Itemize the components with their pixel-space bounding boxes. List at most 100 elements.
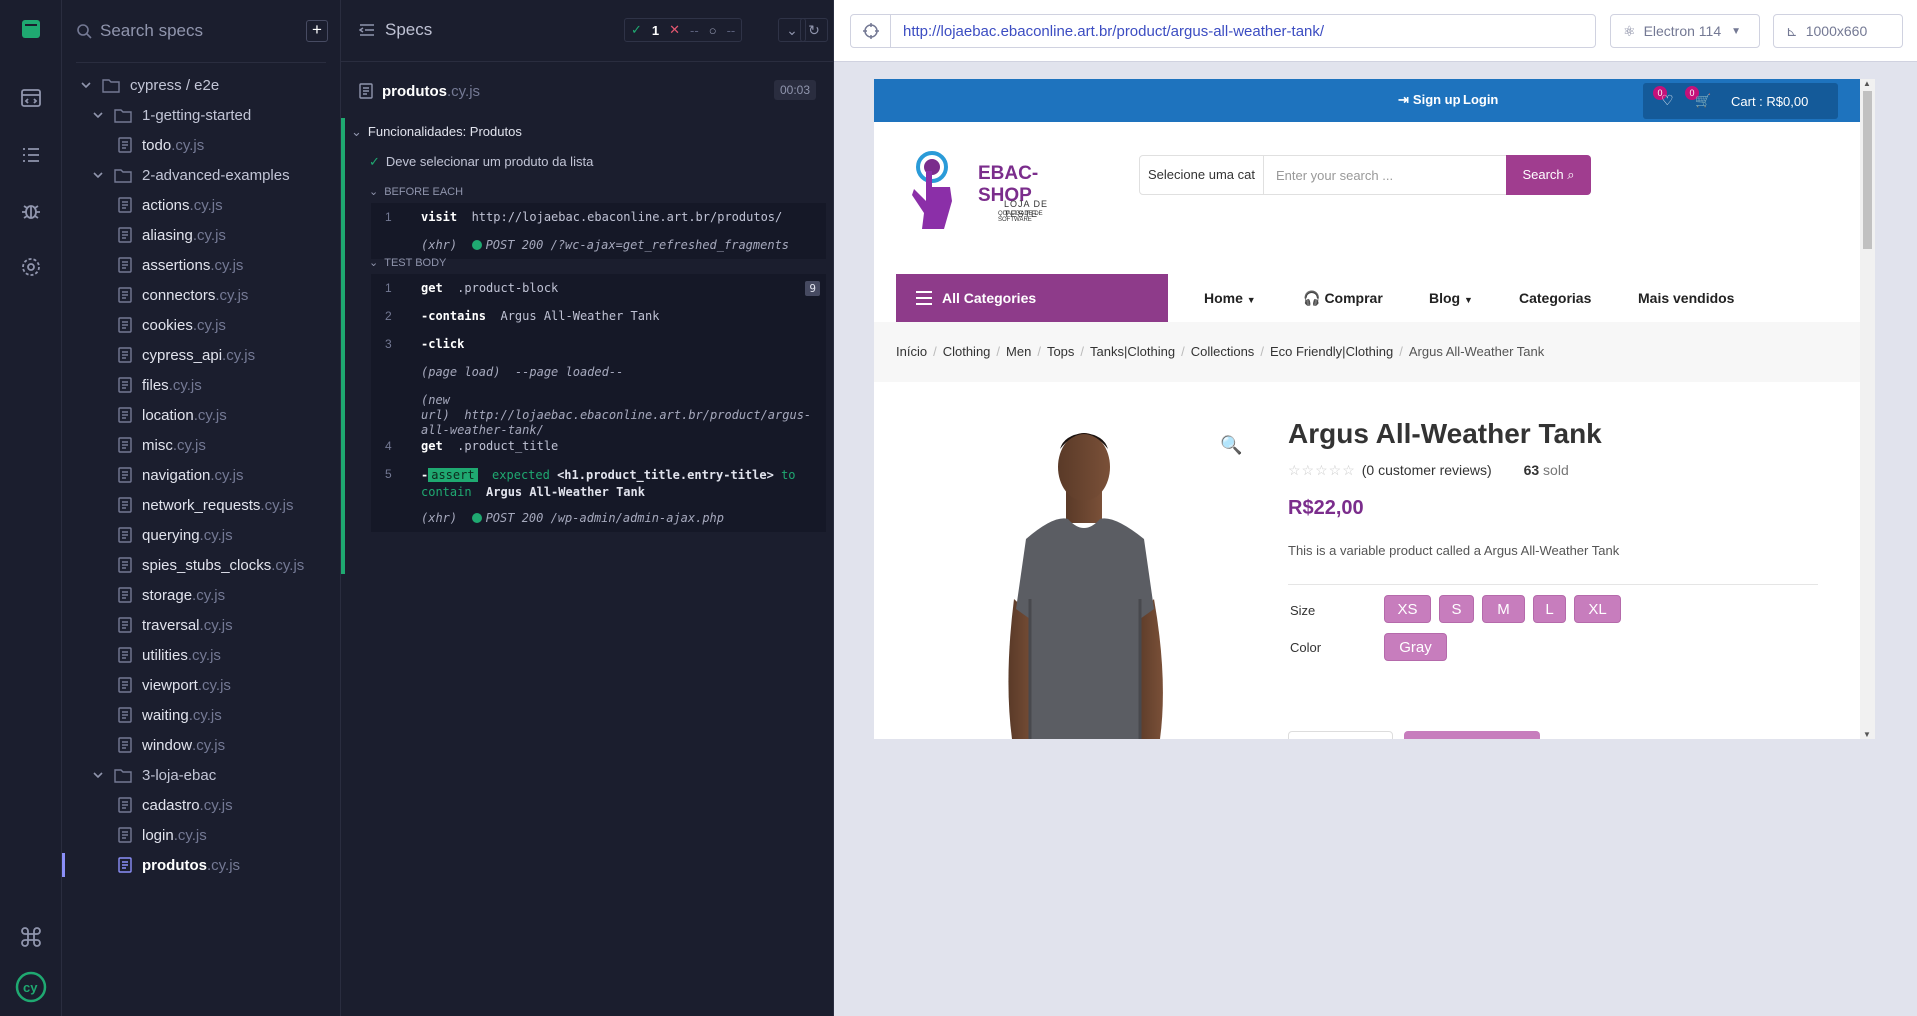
spec-file-row[interactable]: aliasing .cy.js: [62, 220, 341, 250]
test-body-hook[interactable]: ⌄ TEST BODY: [369, 256, 446, 269]
breadcrumb-link[interactable]: Clothing: [943, 344, 991, 359]
cmd-arg: http://lojaebac.ebaconline.art.br/produt…: [471, 210, 783, 224]
specs-toggle[interactable]: Specs: [359, 20, 432, 40]
all-categories-button[interactable]: All Categories: [896, 274, 1168, 322]
folder-label: 3-loja-ebac: [142, 766, 217, 784]
command-row[interactable]: 2 -contains Argus All-Weather Tank: [371, 302, 826, 330]
size-swatch-xs[interactable]: XS: [1384, 595, 1431, 623]
category-select[interactable]: Selecione uma cat: [1140, 156, 1264, 194]
command-row[interactable]: 4 get .product_title: [371, 432, 826, 460]
spec-file-row[interactable]: misc .cy.js: [62, 430, 341, 460]
command-row[interactable]: (xhr) POST 200 /wp-admin/admin-ajax.php: [371, 504, 826, 532]
url-bar[interactable]: http://lojaebac.ebaconline.art.br/produc…: [850, 14, 1596, 48]
breadcrumb-link[interactable]: Tanks|Clothing: [1090, 344, 1175, 359]
spec-search[interactable]: Search specs +: [76, 14, 328, 48]
spec-file-row[interactable]: todo .cy.js: [62, 130, 341, 160]
spec-file-row[interactable]: utilities .cy.js: [62, 640, 341, 670]
settings-gear-icon[interactable]: [19, 255, 43, 279]
file-icon: [118, 467, 132, 483]
spec-file-row[interactable]: storage .cy.js: [62, 580, 341, 610]
spec-file-row[interactable]: traversal .cy.js: [62, 610, 341, 640]
breadcrumb-link[interactable]: Tops: [1047, 344, 1074, 359]
review-count[interactable]: (0 customer reviews): [1362, 462, 1492, 478]
rerun-icon[interactable]: ↻: [800, 18, 828, 42]
folder-row[interactable]: 2-advanced-examples: [62, 160, 341, 190]
size-swatch-xl[interactable]: XL: [1574, 595, 1621, 623]
command-row[interactable]: 3 -click: [371, 330, 826, 358]
spec-file-row[interactable]: spies_stubs_clocks .cy.js: [62, 550, 341, 580]
scrollbar-thumb[interactable]: [1863, 91, 1872, 249]
spec-file-row[interactable]: cookies .cy.js: [62, 310, 341, 340]
breadcrumb-link[interactable]: Men: [1006, 344, 1031, 359]
menu-blog[interactable]: Blog ▼: [1429, 290, 1473, 306]
spec-file-row[interactable]: cadastro .cy.js: [62, 790, 341, 820]
breadcrumb-link[interactable]: Eco Friendly|Clothing: [1270, 344, 1393, 359]
add-to-cart-button[interactable]: [1404, 731, 1540, 739]
scroll-up-icon[interactable]: ▲: [1863, 79, 1871, 88]
signup-link[interactable]: ⇥ Sign up: [1398, 92, 1461, 108]
spec-file-row[interactable]: cypress_api .cy.js: [62, 340, 341, 370]
site-logo[interactable]: EBAC-SHOP LOJA DE TESTE QUALIDADE DE SOF…: [912, 151, 1062, 251]
search-input[interactable]: Search specs: [100, 21, 306, 41]
cart-box[interactable]: 0 ♡ 0 🛒 Cart : R$0,00: [1643, 83, 1838, 119]
spec-file-row[interactable]: waiting .cy.js: [62, 700, 341, 730]
runs-icon[interactable]: [19, 86, 43, 110]
scroll-down-icon[interactable]: ▼: [1863, 730, 1871, 739]
size-swatch-s[interactable]: S: [1439, 595, 1474, 623]
spec-file-row[interactable]: files .cy.js: [62, 370, 341, 400]
breadcrumb-link[interactable]: Collections: [1191, 344, 1255, 359]
command-row[interactable]: 1 get .product-block 9: [371, 274, 826, 302]
login-link[interactable]: Login: [1463, 92, 1498, 107]
site-search-input[interactable]: Enter your search ...: [1276, 168, 1393, 183]
menu-home[interactable]: Home ▼: [1204, 290, 1256, 306]
file-icon: [118, 497, 132, 513]
spec-file-row[interactable]: connectors .cy.js: [62, 280, 341, 310]
browser-select[interactable]: ⚛ Electron 114 ▼: [1610, 14, 1760, 48]
menu-categorias[interactable]: Categorias: [1519, 290, 1591, 306]
spec-file-row[interactable]: produtos .cy.js: [62, 850, 341, 880]
zoom-magnifier-icon[interactable]: 🔍: [1220, 435, 1242, 456]
command-row[interactable]: (new url) http://lojaebac.ebaconline.art.…: [371, 386, 826, 437]
before-each-hook[interactable]: ⌄ BEFORE EACH: [369, 185, 463, 198]
url-text[interactable]: http://lojaebac.ebaconline.art.br/produc…: [891, 23, 1324, 40]
spec-file-row[interactable]: location .cy.js: [62, 400, 341, 430]
menu-mais-vendidos[interactable]: Mais vendidos: [1638, 290, 1734, 306]
product-image[interactable]: [964, 419, 1204, 739]
new-spec-button[interactable]: +: [306, 20, 328, 42]
spec-file-row[interactable]: network_requests .cy.js: [62, 490, 341, 520]
folder-icon: [102, 78, 120, 93]
folder-row[interactable]: 1-getting-started: [62, 100, 341, 130]
spec-file-row[interactable]: navigation .cy.js: [62, 460, 341, 490]
size-swatch-m[interactable]: M: [1482, 595, 1525, 623]
specs-list-icon[interactable]: [19, 143, 43, 167]
selector-playground-icon[interactable]: [851, 15, 891, 47]
size-swatch-l[interactable]: L: [1533, 595, 1566, 623]
suite-title[interactable]: ⌄ Funcionalidades: Produtos: [351, 124, 522, 140]
menu-comprar[interactable]: 🎧 Comprar: [1303, 290, 1383, 307]
debug-bug-icon[interactable]: [19, 199, 43, 223]
command-row[interactable]: 5- assert expected <h1.product_title.entr…: [371, 460, 826, 504]
keyboard-shortcuts-icon[interactable]: [19, 925, 43, 949]
cypress-specs-icon[interactable]: [19, 17, 43, 41]
quantity-stepper[interactable]: [1288, 731, 1393, 739]
folder-row[interactable]: cypress / e2e: [62, 70, 341, 100]
command-row[interactable]: (xhr) POST 200 /?wc-ajax=get_refreshed_f…: [371, 231, 826, 259]
cart-total[interactable]: Cart : R$0,00: [1731, 94, 1808, 109]
command-row[interactable]: (page load) --page loaded--: [371, 358, 826, 386]
breadcrumb-link[interactable]: Início: [896, 344, 927, 359]
spec-file-row[interactable]: viewport .cy.js: [62, 670, 341, 700]
viewport-button[interactable]: ⊾ 1000x660: [1773, 14, 1903, 48]
spec-file-row[interactable]: assertions .cy.js: [62, 250, 341, 280]
color-swatch-gray[interactable]: Gray: [1384, 633, 1447, 661]
spec-file-row[interactable]: window .cy.js: [62, 730, 341, 760]
site-search-button[interactable]: Search ⌕: [1506, 155, 1591, 195]
spec-file-name: window: [142, 736, 193, 754]
folder-row[interactable]: 3-loja-ebac: [62, 760, 341, 790]
scrollbar[interactable]: ▲ ▼: [1860, 79, 1875, 739]
spec-file-row[interactable]: login .cy.js: [62, 820, 341, 850]
spec-file-row[interactable]: querying .cy.js: [62, 520, 341, 550]
test-title[interactable]: ✓ Deve selecionar um produto da lista: [369, 154, 593, 170]
heart-icon[interactable]: ♡: [1661, 92, 1674, 109]
command-row[interactable]: 1 visit http://lojaebac.ebaconline.art.br…: [371, 203, 826, 231]
spec-file-row[interactable]: actions .cy.js: [62, 190, 341, 220]
